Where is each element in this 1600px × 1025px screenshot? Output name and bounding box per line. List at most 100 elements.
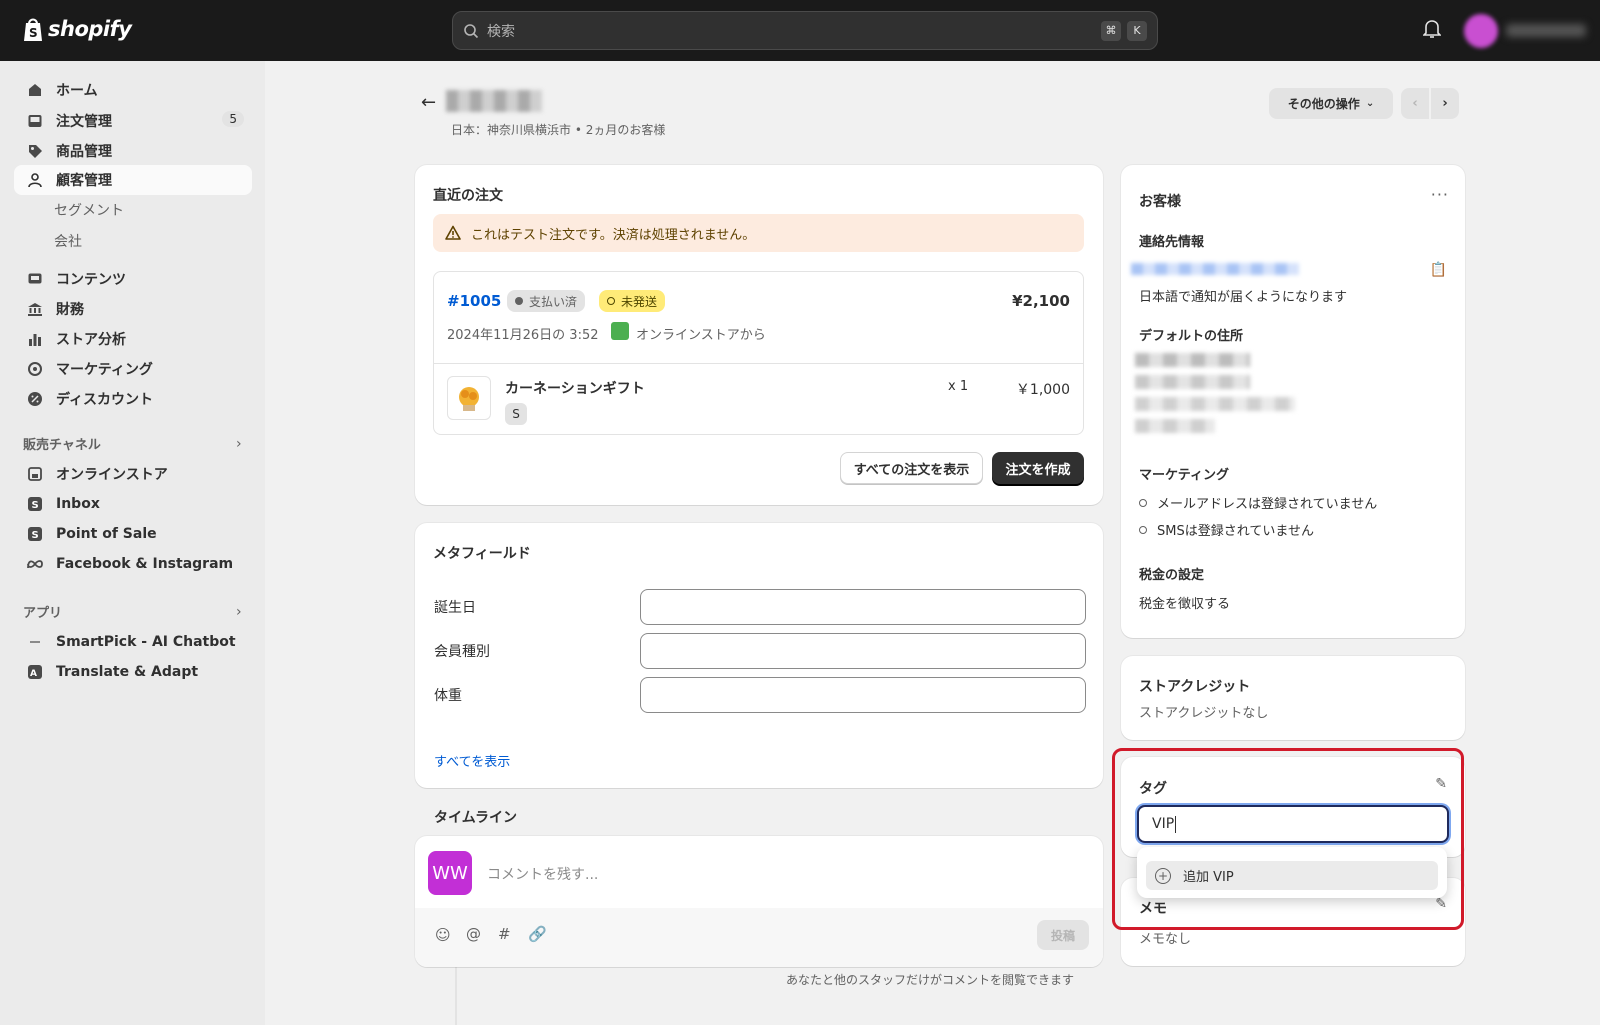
storefront-icon <box>26 465 44 483</box>
svg-text:S: S <box>32 530 39 541</box>
search-bar[interactable]: 検索 ⌘ K <box>452 11 1158 50</box>
product-thumbnail <box>447 376 491 420</box>
address-line-redacted <box>1135 419 1215 433</box>
shopify-logo[interactable]: S shopify <box>22 16 132 42</box>
divider <box>434 363 1083 364</box>
create-order-button[interactable]: 注文を作成 <box>992 452 1084 484</box>
user-name-redacted[interactable] <box>1506 24 1586 37</box>
logo-text: shopify <box>48 17 132 41</box>
status-ring-icon <box>1139 525 1147 534</box>
nav-translate-adapt[interactable]: A Translate & Adapt <box>14 657 252 687</box>
customer-name-redacted <box>446 90 542 112</box>
order-summary: #1005 支払い済 未発送 ¥2,100 2024年11月26日の 3:52 … <box>433 271 1084 435</box>
chevron-right-icon[interactable]: › <box>236 436 242 452</box>
test-order-banner: これはテスト注文です。決済は処理されません。 <box>433 214 1084 252</box>
test-order-text: これはテスト注文です。決済は処理されません。 <box>471 227 756 243</box>
clipboard-icon[interactable]: 📋 <box>1430 262 1447 278</box>
hashtag-icon[interactable]: # <box>498 925 511 943</box>
emoji-icon[interactable]: ☺ <box>435 926 451 944</box>
nav-facebook-instagram[interactable]: Facebook & Instagram <box>14 549 252 579</box>
nav-label: 注文管理 <box>56 114 112 130</box>
marketing-sms-status: SMSは登録されていません <box>1139 520 1314 539</box>
previous-customer-button[interactable]: ‹ <box>1401 88 1429 119</box>
contact-info-title: 連絡先情報 <box>1139 235 1205 250</box>
membership-input[interactable] <box>640 633 1086 669</box>
recent-orders-title: 直近の注文 <box>433 188 503 204</box>
nav-products[interactable]: 商品管理 <box>14 136 252 166</box>
nav-content[interactable]: コンテンツ <box>14 264 252 294</box>
nav-marketing[interactable]: マーケティング <box>14 354 252 384</box>
warning-icon <box>445 225 461 240</box>
more-options-icon[interactable]: ··· <box>1431 185 1449 204</box>
nav-orders[interactable]: 注文管理 5 <box>14 106 252 136</box>
content-icon <box>26 270 44 288</box>
weight-input[interactable] <box>640 677 1086 713</box>
nav-discounts[interactable]: ディスカウント <box>14 384 252 414</box>
inbox-app-icon: S <box>26 495 44 513</box>
meta-icon <box>26 555 44 573</box>
timeline-comment-card: WW コメントを残す... ☺ @ # 🔗 投稿 <box>415 836 1103 967</box>
order-number-link[interactable]: #1005 <box>447 292 501 310</box>
nav-label: マーケティング <box>56 362 153 378</box>
shopify-bag-icon: S <box>24 18 42 41</box>
sidebar: ホーム 注文管理 5 商品管理 顧客管理 セグメント 会社 コンテンツ 財務 ス… <box>0 61 265 1025</box>
nav-home[interactable]: ホーム <box>14 75 252 105</box>
view-all-orders-button[interactable]: すべての注文を表示 <box>840 452 983 484</box>
variant-badge: S <box>505 403 527 425</box>
highlight-box <box>1112 748 1464 930</box>
marketing-email-status: メールアドレスは登録されていません <box>1139 493 1377 512</box>
shortcut-cmd-key: ⌘ <box>1101 20 1121 41</box>
nav-label: Facebook & Instagram <box>56 556 234 572</box>
pos-icon: S <box>26 525 44 543</box>
birthday-input[interactable] <box>640 589 1086 625</box>
nav-label: Point of Sale <box>56 526 157 542</box>
nav-analytics[interactable]: ストア分析 <box>14 324 252 354</box>
comment-input[interactable]: コメントを残す... <box>487 864 598 884</box>
next-customer-button[interactable]: › <box>1431 88 1459 119</box>
comment-toolbar: ☺ @ # 🔗 投稿 <box>415 908 1103 967</box>
apps-heading[interactable]: アプリ <box>23 602 62 621</box>
nav-online-store[interactable]: オンラインストア <box>14 459 252 489</box>
nav-label: 財務 <box>56 302 84 318</box>
nav-inbox[interactable]: S Inbox <box>14 489 252 519</box>
nav-segments[interactable]: セグメント <box>54 200 124 220</box>
marketing-email-label: メールアドレスは登録されていません <box>1157 497 1378 512</box>
nav-label: Translate & Adapt <box>56 664 199 680</box>
address-line-redacted <box>1135 397 1295 411</box>
post-button[interactable]: 投稿 <box>1037 920 1089 950</box>
fulfillment-status-badge: 未発送 <box>599 290 666 312</box>
nav-label: コンテンツ <box>56 272 126 288</box>
metafield-label-birthday: 誕生日 <box>434 600 476 616</box>
user-avatar[interactable] <box>1464 14 1498 48</box>
metafield-label-membership: 会員種別 <box>434 644 490 660</box>
sales-channels-heading[interactable]: 販売チャネル <box>23 434 101 453</box>
nav-finance[interactable]: 財務 <box>14 294 252 324</box>
order-source: オンラインストアから <box>636 328 766 343</box>
nav-label: ホーム <box>56 83 98 99</box>
nav-label: ストア分析 <box>56 332 126 348</box>
chevron-right-icon: › <box>1442 96 1448 111</box>
view-all-metafields-link[interactable]: すべてを表示 <box>434 751 510 770</box>
nav-customers[interactable]: 顧客管理 <box>14 165 252 195</box>
back-arrow-icon[interactable]: ← <box>421 92 436 113</box>
chevron-right-icon[interactable]: › <box>236 604 242 620</box>
address-line-redacted <box>1135 353 1250 367</box>
store-credit-card: ストアクレジット ストアクレジットなし <box>1121 656 1465 740</box>
order-total: ¥2,100 <box>1012 292 1070 310</box>
bank-icon <box>26 300 44 318</box>
nav-pos[interactable]: S Point of Sale <box>14 519 252 549</box>
app: S shopify 検索 ⌘ K ホーム 注文管理 5 商品管理 顧客管理 セグ… <box>0 0 1600 1025</box>
nav-companies[interactable]: 会社 <box>54 231 82 251</box>
link-icon[interactable]: 🔗 <box>528 925 547 943</box>
discount-icon <box>26 390 44 408</box>
notification-language: 日本語で通知が届くようになります <box>1139 290 1348 305</box>
tax-settings-title: 税金の設定 <box>1139 568 1205 583</box>
more-actions-button[interactable]: その他の操作 ⌄ <box>1269 88 1393 119</box>
bell-icon[interactable] <box>1423 19 1441 39</box>
chatbot-app-icon <box>26 633 44 651</box>
nav-smartpick[interactable]: SmartPick - AI Chatbot <box>14 627 252 657</box>
more-actions-label: その他の操作 <box>1287 97 1360 111</box>
status-ring-icon <box>1139 498 1147 507</box>
mention-icon[interactable]: @ <box>466 925 481 943</box>
search-input[interactable]: 検索 <box>487 21 1095 41</box>
